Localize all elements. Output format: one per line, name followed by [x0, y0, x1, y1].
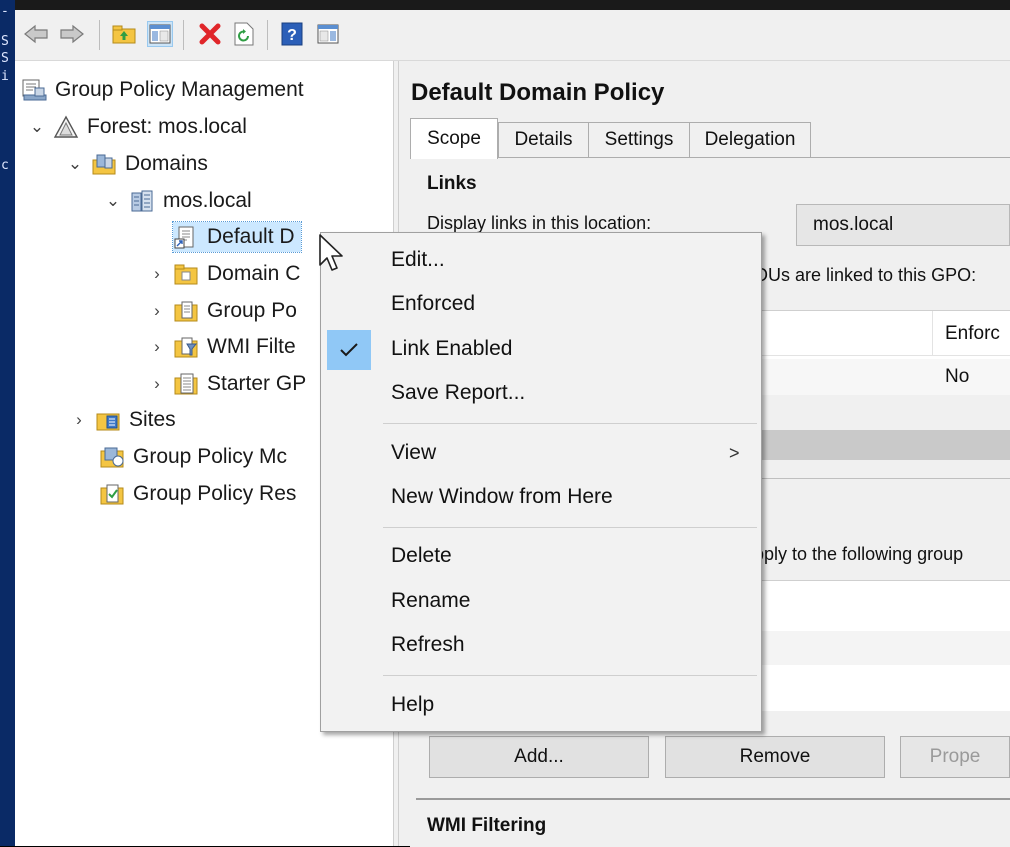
enforced-cell: No [945, 366, 970, 387]
tree-label: Forest: mos.local [87, 115, 247, 138]
chevron-right-icon[interactable]: › [147, 374, 167, 394]
tree-label: Sites [129, 408, 176, 431]
show-hide-action-pane-icon[interactable] [315, 21, 341, 47]
up-folder-icon[interactable] [111, 21, 137, 47]
results-icon [99, 482, 125, 506]
chevron-right-icon[interactable]: › [147, 264, 167, 284]
tree-node-root[interactable]: Group Policy Management [21, 75, 304, 105]
location-dropdown[interactable]: mos.local [796, 204, 1010, 246]
tree-node-starter-gpos[interactable]: › Starter GP [147, 369, 306, 399]
mouse-cursor-icon [318, 233, 346, 278]
tab-scope[interactable]: Scope [410, 118, 498, 159]
starter-gpo-icon [173, 372, 199, 396]
domain-icon [129, 189, 155, 213]
tree-node-sites[interactable]: › Sites [69, 405, 176, 435]
refresh-icon[interactable] [231, 21, 257, 47]
wmi-filter-icon [173, 335, 199, 359]
help-icon[interactable]: ? [279, 21, 305, 47]
tree-label: Domains [125, 152, 208, 175]
page-title: Default Domain Policy [411, 79, 665, 106]
chevron-right-icon[interactable]: › [69, 410, 89, 430]
tree-node-group-policy-modeling[interactable]: Group Policy Mc [99, 442, 287, 472]
delete-icon[interactable] [197, 21, 223, 47]
tab-details[interactable]: Details [498, 122, 589, 158]
linked-ous-text: OUs are linked to this GPO: [754, 265, 977, 285]
menu-item-delete[interactable]: Delete [321, 536, 761, 576]
menu-item-refresh[interactable]: Refresh [321, 625, 761, 665]
gpm-console-icon [21, 78, 47, 102]
show-hide-console-tree-icon[interactable] [147, 21, 173, 47]
menu-item-rename[interactable]: Rename [321, 581, 761, 621]
tree-node-default-domain-policy[interactable]: Default D [172, 221, 302, 253]
edge-char: S [1, 51, 9, 66]
modeling-icon [99, 445, 125, 469]
tab-settings[interactable]: Settings [588, 122, 690, 158]
menu-item-save-report[interactable]: Save Report... [321, 373, 761, 413]
sites-icon [95, 408, 121, 432]
tab-delegation[interactable]: Delegation [689, 122, 811, 158]
menu-item-edit[interactable]: Edit... [321, 240, 761, 280]
tree-node-domain-controllers[interactable]: › Domain C [147, 259, 300, 289]
edge-char: - [1, 4, 9, 19]
edge-char: S [1, 34, 9, 49]
menu-item-view[interactable]: View > [321, 433, 761, 473]
tree-label: Default D [207, 225, 295, 248]
context-menu: Edit... Enforced Link Enabled Save Repor… [320, 232, 762, 732]
security-filtering-text: pply to the following group [754, 544, 964, 564]
tree-label: Group Policy Management [55, 78, 304, 101]
toolbar: ? [15, 10, 1010, 61]
ou-folder-icon [173, 262, 199, 286]
back-arrow-icon[interactable] [23, 21, 49, 47]
gpo-container-icon [173, 299, 199, 323]
menu-item-enforced[interactable]: Enforced [321, 284, 761, 324]
tree-label: mos.local [163, 189, 252, 212]
chevron-down-icon[interactable]: ⌄ [65, 154, 85, 174]
wmi-filtering-heading: WMI Filtering [427, 815, 547, 836]
background-window-edge: - S S i c [0, 0, 15, 846]
tree-node-group-policy-results[interactable]: Group Policy Res [99, 479, 296, 509]
enforced-column-header[interactable]: Enforc [945, 323, 1000, 345]
tree-node-forest[interactable]: ⌄ Forest: mos.local [27, 112, 247, 142]
tree-node-group-policy-objects[interactable]: › Group Po [147, 296, 297, 326]
tree-label: Group Policy Res [133, 482, 297, 505]
chevron-down-icon[interactable]: ⌄ [103, 191, 123, 211]
tree-node-domain[interactable]: ⌄ mos.local [103, 186, 252, 216]
properties-button[interactable]: Prope [900, 736, 1010, 778]
chevron-down-icon[interactable]: ⌄ [27, 117, 47, 137]
add-button[interactable]: Add... [429, 736, 649, 778]
edge-char: i [1, 69, 9, 84]
tree-label: WMI Filte [207, 335, 296, 358]
remove-button[interactable]: Remove [665, 736, 885, 778]
menu-item-new-window[interactable]: New Window from Here [321, 477, 761, 517]
chevron-right-icon[interactable]: › [147, 301, 167, 321]
forward-arrow-icon[interactable] [59, 21, 85, 47]
svg-text:?: ? [287, 27, 297, 44]
tree-label: Domain C [207, 262, 301, 285]
tree-label: Group Po [207, 299, 297, 322]
display-links-label: Display links in this location: [427, 213, 652, 233]
domains-icon [91, 152, 117, 176]
tree-label: Starter GP [207, 372, 307, 395]
tree-node-wmi-filters[interactable]: › WMI Filte [147, 332, 296, 362]
chevron-right-icon: > [729, 442, 740, 463]
tree-node-domains[interactable]: ⌄ Domains [65, 149, 208, 179]
links-heading: Links [427, 173, 477, 194]
menu-item-help[interactable]: Help [321, 685, 761, 725]
tree-label: Group Policy Mc [133, 445, 288, 468]
location-value: mos.local [813, 214, 894, 235]
chevron-right-icon[interactable]: › [147, 337, 167, 357]
forest-icon [53, 115, 79, 139]
menu-item-link-enabled[interactable]: Link Enabled [321, 329, 761, 369]
gpo-link-icon [173, 225, 199, 249]
window-top-strip [0, 0, 1010, 10]
edge-char: c [1, 158, 9, 173]
